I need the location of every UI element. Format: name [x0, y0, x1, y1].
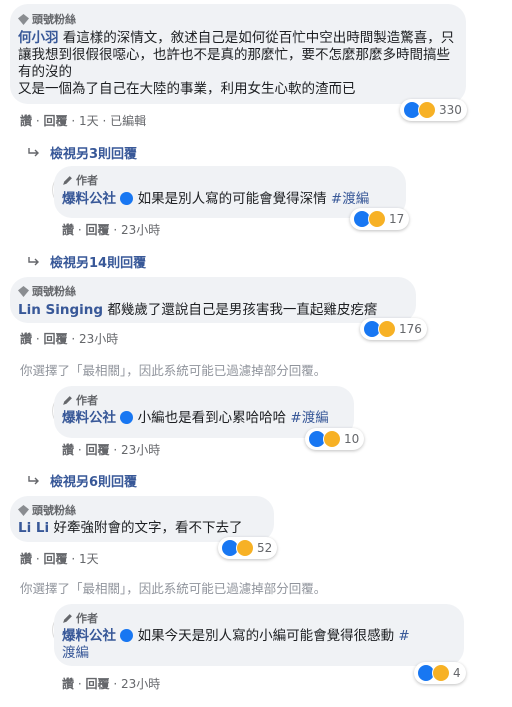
haha-icon: [378, 320, 396, 338]
author-badge: 作者: [62, 392, 98, 408]
comment-author[interactable]: Lin Singing: [18, 302, 103, 318]
reaction-count[interactable]: 176: [360, 318, 427, 340]
reply-link[interactable]: 回覆: [44, 114, 68, 128]
comment-text: Lin Singing 都幾歲了還說自己是男孩害我一直起雞皮疙瘩: [18, 302, 378, 318]
verified-icon: [120, 192, 134, 205]
verified-icon: [120, 629, 134, 642]
like-link[interactable]: 讚: [62, 223, 74, 237]
reply-text: 爆料公社 如果今天是別人寫的小編可能會覺得很感動 # 渡編: [62, 628, 410, 661]
diamond-icon: [18, 504, 29, 516]
pencil-icon: [63, 175, 72, 185]
comment-actions: 讚 · 回覆 · 1天 · 已編輯: [20, 114, 147, 128]
reply-author[interactable]: 爆料公社: [62, 410, 116, 426]
comment-text: 何小羽 看這樣的深情文，敘述自己是如何從百忙中空出時間製造驚喜，只讓我想到很假很…: [18, 30, 455, 97]
reply-author[interactable]: 爆料公社: [62, 191, 116, 207]
reply-arrow-icon: [28, 256, 39, 265]
reply-arrow-icon: [28, 147, 39, 156]
timestamp[interactable]: 23小時: [79, 332, 118, 346]
comment-text: Li Li 好牽強附會的文字，看不下去了: [18, 520, 243, 536]
reaction-count[interactable]: 10: [305, 428, 365, 450]
reply-link[interactable]: 回覆: [86, 677, 110, 691]
haha-icon: [236, 539, 254, 557]
view-more-replies[interactable]: 檢視另14則回覆: [28, 252, 146, 271]
reaction-count[interactable]: 52: [218, 537, 278, 559]
reply-text: 爆料公社 如果是別人寫的可能會覺得深情 #渡編: [62, 191, 370, 207]
pencil-icon: [63, 395, 72, 405]
comment-actions: 讚 · 回覆 · 1天: [20, 552, 99, 566]
reply-arrow-icon: [28, 475, 39, 484]
author-badge: 作者: [62, 610, 98, 626]
haha-icon: [368, 210, 386, 228]
view-more-replies[interactable]: 檢視另3則回覆: [28, 143, 137, 162]
timestamp[interactable]: 23小時: [121, 223, 160, 237]
hashtag-link[interactable]: #渡編: [290, 410, 328, 426]
top-fan-badge: 頭號粉絲: [18, 11, 76, 27]
like-link[interactable]: 讚: [20, 114, 32, 128]
haha-icon: [432, 664, 450, 682]
reply-link[interactable]: 回覆: [86, 223, 110, 237]
reaction-count[interactable]: 4: [414, 662, 466, 684]
top-fan-badge: 頭號粉絲: [18, 283, 76, 299]
diamond-icon: [18, 13, 29, 25]
verified-icon: [120, 411, 134, 424]
timestamp[interactable]: 1天: [79, 114, 99, 128]
reply-link[interactable]: 回覆: [44, 332, 68, 346]
haha-icon: [323, 430, 341, 448]
hashtag-link[interactable]: #渡編: [331, 191, 369, 207]
like-link[interactable]: 讚: [20, 332, 32, 346]
like-link[interactable]: 讚: [62, 443, 74, 457]
comment-author[interactable]: Li Li: [18, 520, 49, 536]
timestamp[interactable]: 1天: [79, 552, 99, 566]
reply-actions: 讚 · 回覆 · 23小時: [62, 223, 161, 237]
edited-label[interactable]: 已編輯: [110, 114, 146, 128]
timestamp[interactable]: 23小時: [121, 443, 160, 457]
top-fan-badge: 頭號粉絲: [18, 502, 76, 518]
pencil-icon: [63, 613, 72, 623]
reply-link[interactable]: 回覆: [44, 552, 68, 566]
reaction-count[interactable]: 330: [400, 99, 467, 121]
view-more-replies[interactable]: 檢視另6則回覆: [28, 471, 137, 490]
comment-actions: 讚 · 回覆 · 23小時: [20, 332, 119, 346]
author-badge: 作者: [62, 172, 98, 188]
haha-icon: [418, 101, 436, 119]
diamond-icon: [18, 285, 29, 297]
filter-notice: 你選擇了「最相關」，因此系統可能已過濾掉部分回覆。: [20, 581, 327, 596]
timestamp[interactable]: 23小時: [121, 677, 160, 691]
filter-notice: 你選擇了「最相關」，因此系統可能已過濾掉部分回覆。: [20, 363, 327, 378]
reply-link[interactable]: 回覆: [86, 443, 110, 457]
reaction-count[interactable]: 17: [350, 208, 410, 230]
reply-author[interactable]: 爆料公社: [62, 628, 116, 644]
reply-actions: 讚 · 回覆 · 23小時: [62, 443, 161, 457]
reply-text: 爆料公社 小編也是看到心累哈哈哈 #渡編: [62, 410, 329, 426]
like-link[interactable]: 讚: [20, 552, 32, 566]
reply-actions: 讚 · 回覆 · 23小時: [62, 677, 161, 691]
like-link[interactable]: 讚: [62, 677, 74, 691]
comment-author[interactable]: 何小羽: [18, 30, 59, 46]
